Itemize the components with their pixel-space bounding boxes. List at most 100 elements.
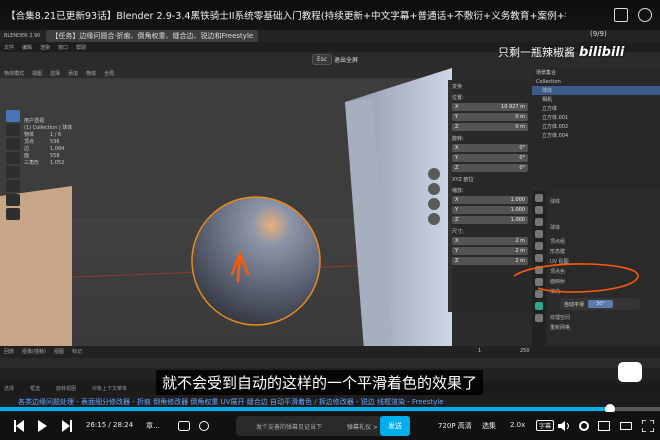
outliner-row-cube-002[interactable]: 立方体.002: [532, 122, 660, 131]
annotate-tool-icon[interactable]: [6, 194, 20, 206]
tl-keying[interactable]: 抠像(插帧): [22, 348, 46, 355]
rotation-x-field[interactable]: X 0°: [452, 144, 528, 152]
3d-viewport[interactable]: 物体模式 视图 选择 添加 物体 全局 用户透视 (1) Collection …: [0, 68, 452, 376]
outliner-row-cube-004[interactable]: 立方体.004: [532, 131, 660, 140]
camera-view-icon[interactable]: [428, 198, 440, 210]
menu-render[interactable]: 渲染: [40, 44, 50, 51]
send-danmaku-button[interactable]: 发送: [380, 416, 410, 436]
location-y-field[interactable]: Y 0 m: [452, 113, 528, 121]
mesh-data-tab-icon[interactable]: [535, 302, 543, 310]
dimension-y-field[interactable]: Y 2 m: [452, 247, 528, 255]
volume-icon[interactable]: [558, 420, 570, 434]
progress-bar[interactable]: [0, 404, 660, 414]
location-z-field[interactable]: Z 0 m: [452, 123, 528, 131]
field-value: 1.000: [510, 197, 525, 203]
outliner-row-sphere[interactable]: 球体: [532, 86, 660, 95]
tl-marker[interactable]: 标记: [72, 348, 82, 355]
rotation-mode[interactable]: XYZ 欧拉: [452, 176, 528, 183]
widescreen-icon[interactable]: [620, 420, 632, 434]
modifier-tab-icon[interactable]: [535, 254, 543, 262]
section-normals[interactable]: 法向: [550, 288, 560, 295]
dimension-z-field[interactable]: Z 2 m: [452, 257, 528, 265]
exit-fullscreen-hint[interactable]: 退出全屏: [334, 55, 358, 64]
outliner-row-cube-001[interactable]: 立方体.001: [532, 113, 660, 122]
field-value: 1.000: [510, 217, 525, 223]
picture-in-picture-icon[interactable]: [614, 8, 628, 22]
next-icon[interactable]: [62, 420, 72, 434]
section-face-maps[interactable]: 面映射: [550, 278, 565, 285]
section-shape-keys[interactable]: 形态键: [550, 248, 565, 255]
tv-mascot-icon[interactable]: [618, 362, 642, 382]
dimension-x-field[interactable]: X 2 m: [452, 237, 528, 245]
transform-tool-icon[interactable]: [6, 180, 20, 192]
menu-window[interactable]: 窗口: [58, 44, 68, 51]
settings-icon[interactable]: [578, 420, 590, 434]
play-button[interactable]: [38, 420, 47, 432]
pan-hand-icon[interactable]: [428, 183, 440, 195]
frame-start[interactable]: 1: [478, 348, 481, 354]
scale-x-field[interactable]: X 1.000: [452, 196, 528, 204]
scene-tab-icon[interactable]: [535, 218, 543, 226]
selected-sphere[interactable]: [191, 196, 321, 326]
select-tool-icon[interactable]: [6, 110, 20, 122]
sidebar-n-panel: 变换 位置: X 10.927 m Y 0 m Z 0 m 旋转: X 0° Y 0° Z…: [448, 80, 532, 312]
timeline-ruler[interactable]: [0, 358, 660, 368]
scale-y-field[interactable]: Y 1.000: [452, 206, 528, 214]
rotate-tool-icon[interactable]: [6, 152, 20, 164]
move-tool-icon[interactable]: [6, 138, 20, 150]
tl-playback[interactable]: 回放: [4, 348, 14, 355]
task-tab[interactable]: 【任务】边缘问题合·折痕、倒角权重、缝合边、锐边和Freestyle: [46, 30, 259, 42]
rotation-z-field[interactable]: Z 0°: [452, 164, 528, 172]
menu-edit[interactable]: 编辑: [22, 44, 32, 51]
danmaku-settings-icon[interactable]: [198, 420, 210, 434]
danmaku-toggle-icon[interactable]: [178, 420, 190, 434]
web-fullscreen-icon[interactable]: [598, 420, 610, 434]
rotation-y-field[interactable]: Y 0°: [452, 154, 528, 162]
render-tab-icon[interactable]: [535, 194, 543, 202]
more-icon[interactable]: [638, 8, 652, 22]
outliner-row-camera[interactable]: 相机: [532, 95, 660, 104]
measure-tool-icon[interactable]: [6, 208, 20, 220]
section-vertex-groups[interactable]: 顶点组: [550, 238, 565, 245]
tl-view[interactable]: 视图: [54, 348, 64, 355]
section-uv-maps[interactable]: UV 贴图: [550, 258, 569, 265]
world-tab-icon[interactable]: [535, 230, 543, 238]
constraints-tab-icon[interactable]: [535, 290, 543, 298]
status-select: 选择: [4, 385, 15, 392]
physics-tab-icon[interactable]: [535, 278, 543, 286]
fullscreen-icon[interactable]: [641, 419, 655, 434]
danmaku-etiquette-link[interactable]: 弹幕礼仪 >: [347, 422, 378, 431]
menu-help[interactable]: 帮助: [76, 44, 86, 51]
section-vertex-colors[interactable]: 顶点色: [550, 268, 565, 275]
object-tab-icon[interactable]: [535, 242, 543, 250]
menu-file[interactable]: 文件: [4, 44, 14, 51]
props-mesh-name[interactable]: 球体: [550, 224, 560, 231]
section-remesh[interactable]: 重新网格: [550, 324, 570, 331]
speed-button[interactable]: 2.0x: [510, 421, 525, 429]
subtitle-button[interactable]: 字幕: [536, 420, 555, 431]
scale-tool-icon[interactable]: [6, 166, 20, 178]
grid-icon[interactable]: [428, 213, 440, 225]
tool-shelf: [6, 110, 20, 222]
chapter-button[interactable]: 章...: [146, 421, 160, 431]
section-texture-space[interactable]: 纹理空间: [550, 314, 570, 321]
navigation-gizmo: [428, 168, 442, 228]
previous-icon[interactable]: [14, 420, 24, 434]
particles-tab-icon[interactable]: [535, 266, 543, 274]
blender-window: BLENDER 2.90 【任务】边缘问题合·折痕、倒角权重、缝合边、锐边和Fr…: [0, 30, 660, 380]
zoom-icon[interactable]: [428, 168, 440, 180]
outliner-row-cube[interactable]: 立方体: [532, 104, 660, 113]
field-axis: Z: [455, 217, 459, 223]
material-tab-icon[interactable]: [535, 314, 543, 322]
cursor-tool-icon[interactable]: [6, 124, 20, 136]
frame-end[interactable]: 250: [520, 348, 530, 354]
location-x-field[interactable]: X 10.927 m: [452, 103, 528, 111]
scale-z-field[interactable]: Z 1.000: [452, 216, 528, 224]
output-tab-icon[interactable]: [535, 206, 543, 214]
auto-smooth-angle[interactable]: 30°: [588, 300, 613, 308]
outliner-row-collection[interactable]: Collection: [532, 77, 660, 86]
chapter-list-text[interactable]: 各类边缘问题处理 - 表面细分修改器 - 折痕 倒角修改器 倒角权重 UV展开 …: [18, 397, 458, 407]
field-axis: X: [455, 197, 459, 203]
episodes-button[interactable]: 选集: [482, 421, 496, 431]
quality-button[interactable]: 720P 高清: [438, 421, 472, 431]
